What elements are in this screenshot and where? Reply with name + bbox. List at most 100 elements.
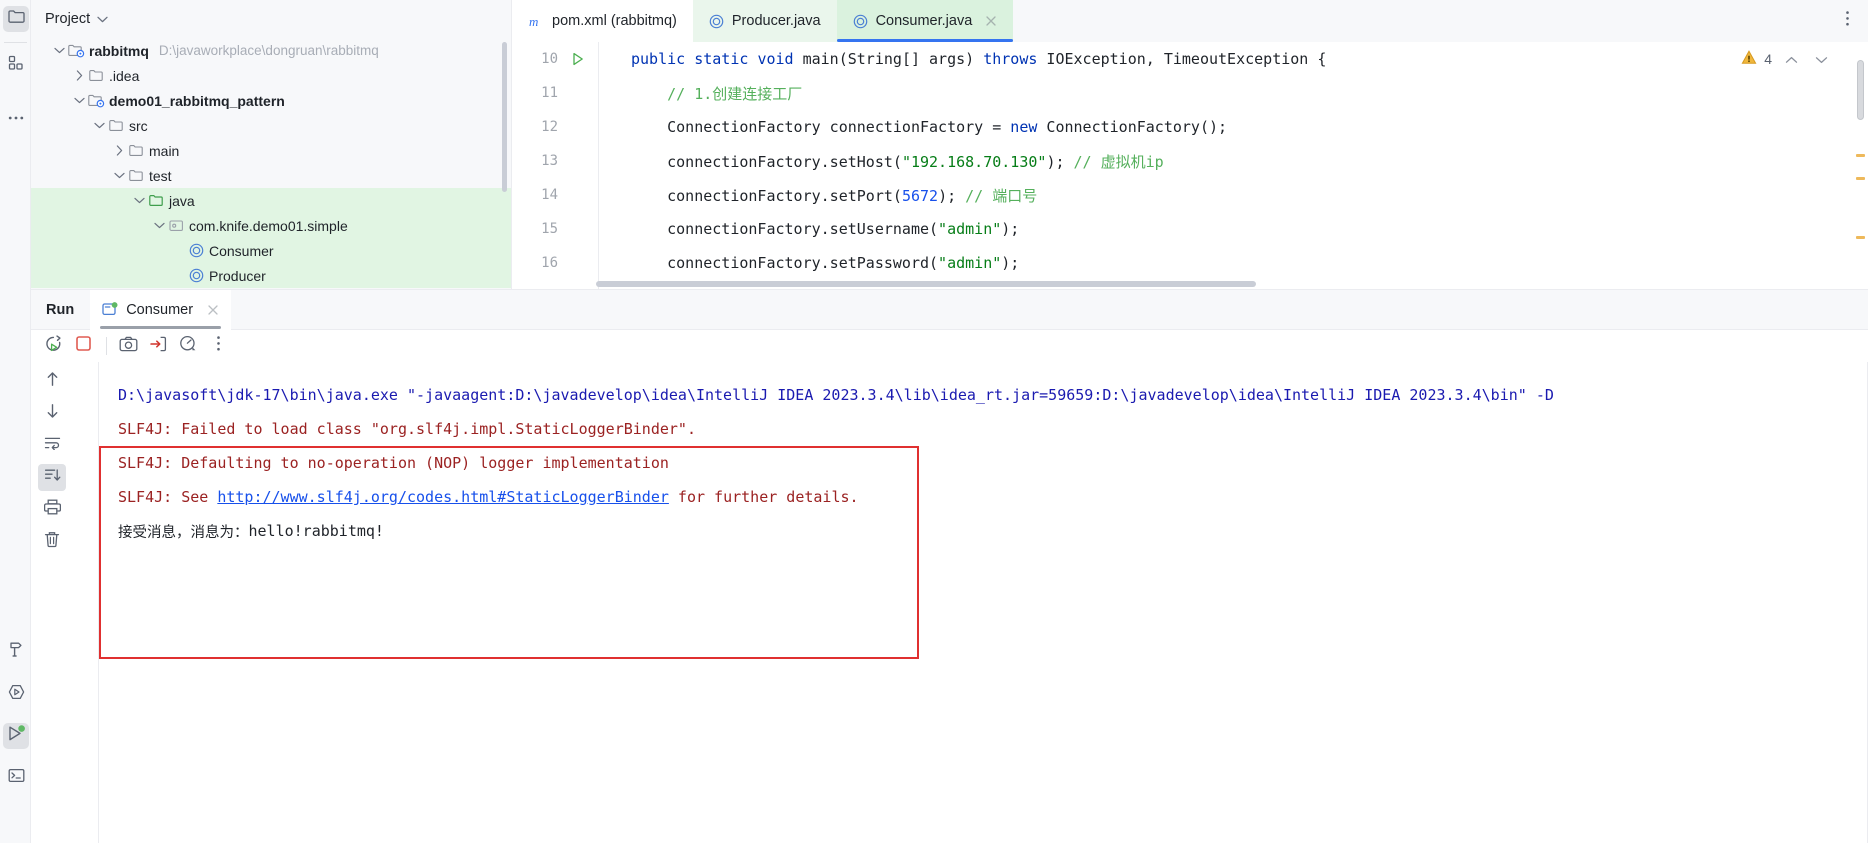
print-button[interactable] (38, 496, 66, 523)
run-config-icon (102, 302, 118, 317)
code-line[interactable]: 13 connectionFactory.setHost("192.168.70… (512, 144, 1868, 178)
project-panel-scrollbar[interactable] (502, 42, 507, 192)
soft-wrap-button[interactable] (38, 432, 66, 459)
code-text: // 1.创建连接工厂 (598, 83, 802, 104)
tab-bar-spacer (1013, 0, 1827, 42)
code-token: void (757, 50, 794, 68)
editor-tab-bar[interactable]: m pom.xml (rabbitmq) Producer.java Consumer… (512, 0, 1868, 42)
import-button[interactable] (144, 333, 172, 359)
code-line[interactable]: 16 connectionFactory.setPassword("admin"… (512, 246, 1868, 280)
console-link[interactable]: http://www.slf4j.org/codes.html#StaticLo… (217, 488, 669, 506)
chevron-down-icon[interactable] (131, 193, 147, 209)
tree-item-com-knife-demo01-simple[interactable]: com.knife.demo01.simple (31, 213, 511, 238)
chevron-down-icon[interactable] (91, 118, 107, 134)
module-folder-icon (87, 93, 105, 109)
chevron-down-icon[interactable] (1815, 51, 1828, 67)
screenshot-button[interactable] (114, 333, 142, 359)
console-text[interactable]: D:\javasoft\jdk-17\bin\java.exe "-javaag… (73, 378, 1868, 548)
code-line[interactable]: 12 ConnectionFactory connectionFactory =… (512, 110, 1868, 144)
rerun-button[interactable] (39, 333, 67, 359)
project-panel-header: Project (31, 0, 511, 38)
activity-item-run-anything[interactable] (3, 681, 29, 707)
tree-item-main[interactable]: main (31, 138, 511, 163)
editor-horizontal-scrollbar[interactable] (596, 281, 1256, 287)
arrow-down-icon (45, 403, 60, 424)
console-segment: D:\javasoft\jdk-17\bin\java.exe "-javaag… (118, 386, 1554, 404)
editor-tab-label: Producer.java (731, 13, 821, 29)
editor-vertical-scrollbar[interactable] (1857, 60, 1864, 120)
close-icon[interactable] (985, 15, 997, 27)
activity-item-structure[interactable] (3, 52, 29, 78)
tree-item-src[interactable]: src (31, 113, 511, 138)
code-token: "admin" (938, 254, 1002, 272)
more-options-button[interactable] (204, 333, 232, 359)
editor-tab-options-button[interactable] (1827, 0, 1868, 42)
chevron-down-icon[interactable] (51, 43, 67, 59)
editor-tab-label: pom.xml (rabbitmq) (552, 13, 677, 29)
console-side-toolbar[interactable] (31, 362, 73, 843)
chevron-right-icon[interactable] (111, 143, 127, 159)
next-occurrence-button[interactable] (38, 400, 66, 427)
inspection-widget[interactable]: 4 (1741, 50, 1828, 68)
project-tree[interactable]: rabbitmq D:\javaworkplace\dongruan\rabbit… (31, 38, 511, 289)
code-token: public (631, 50, 686, 68)
run-tab-label: Consumer (126, 301, 194, 318)
line-number: 15 (541, 221, 558, 237)
java-class-icon (187, 268, 205, 284)
code-token: 5672 (901, 186, 939, 205)
code-text: connectionFactory.setPassword("admin"); (598, 254, 1019, 272)
tree-item-consumer[interactable]: Consumer (31, 238, 511, 263)
chevron-right-icon[interactable] (71, 68, 87, 84)
activity-item-terminal[interactable] (3, 765, 29, 791)
terminal-icon (8, 768, 25, 788)
structure-icon (8, 55, 24, 76)
warning-marker[interactable] (1856, 236, 1865, 239)
tree-item-producer[interactable]: Producer (31, 263, 511, 288)
code-line[interactable]: 14 connectionFactory.setPort(5672); // 端… (512, 178, 1868, 212)
activity-item-run[interactable] (3, 723, 29, 749)
close-icon[interactable] (207, 304, 219, 316)
code-line[interactable]: 10 public static void main(String[] args)… (512, 42, 1868, 76)
profiler-button[interactable] (174, 333, 202, 359)
chevron-down-icon[interactable] (111, 168, 127, 184)
scroll-to-end-button[interactable] (38, 464, 66, 491)
folder-icon (127, 168, 145, 184)
tree-item-java[interactable]: java (31, 188, 511, 213)
stop-button[interactable] (69, 333, 97, 359)
warning-marker[interactable] (1856, 154, 1865, 157)
code-token: connectionFactory.setPort( (631, 186, 902, 205)
code-line[interactable]: 15 connectionFactory.setUsername("admin"… (512, 212, 1868, 246)
activity-item-more[interactable] (3, 104, 29, 130)
run-gutter-play-icon[interactable] (558, 52, 598, 66)
project-panel-title: Project (45, 11, 91, 27)
chevron-down-icon[interactable] (71, 93, 87, 109)
previous-occurrence-button[interactable] (38, 368, 66, 395)
warning-marker[interactable] (1856, 177, 1865, 180)
java-class-icon (853, 14, 868, 29)
run-toolbar[interactable] (31, 330, 1868, 362)
code-lines[interactable]: 10 public static void main(String[] args)… (512, 42, 1868, 280)
chevron-up-icon[interactable] (1785, 51, 1798, 67)
tree-item-label: rabbitmq (89, 42, 149, 59)
tree-item-test[interactable]: test (31, 163, 511, 188)
code-token: connectionFactory.setUsername( (631, 220, 939, 238)
code-editor[interactable]: 10 public static void main(String[] args)… (512, 42, 1868, 289)
console-output[interactable]: D:\javasoft\jdk-17\bin\java.exe "-javaag… (73, 362, 1868, 843)
tree-item--idea[interactable]: .idea (31, 63, 511, 88)
line-number: 10 (541, 51, 558, 67)
activity-item-project[interactable] (3, 6, 29, 32)
run-tab-consumer[interactable]: Consumer (90, 289, 232, 330)
chevron-down-icon[interactable] (97, 16, 108, 23)
clear-all-button[interactable] (38, 528, 66, 555)
chevron-down-icon[interactable] (151, 218, 167, 234)
activity-item-build[interactable] (3, 639, 29, 665)
tree-item-demo01-rabbitmq-pattern[interactable]: demo01_rabbitmq_pattern (31, 88, 511, 113)
svg-text:m: m (529, 14, 538, 29)
editor-tab-pom-xml-rabbitmq-[interactable]: m pom.xml (rabbitmq) (512, 0, 693, 42)
code-token: ); (1001, 254, 1020, 272)
editor-tab-producer-java[interactable]: Producer.java (692, 0, 837, 42)
code-line[interactable]: 11 // 1.创建连接工厂 (512, 76, 1868, 110)
tree-item-rabbitmq[interactable]: rabbitmq D:\javaworkplace\dongruan\rabbit… (31, 38, 511, 63)
editor-tab-consumer-java[interactable]: Consumer.java (836, 0, 1014, 42)
